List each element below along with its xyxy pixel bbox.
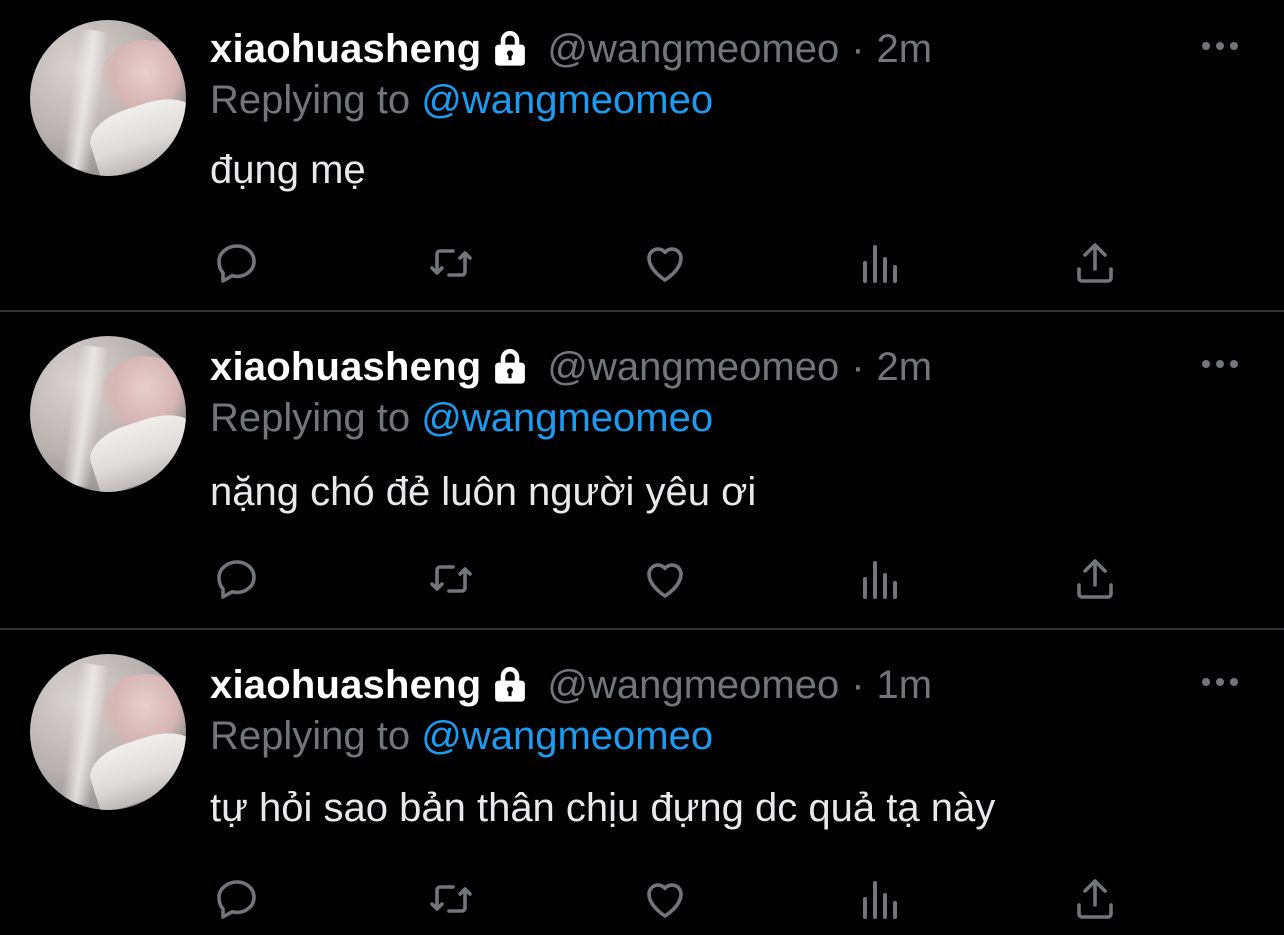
analytics-button[interactable]	[856, 874, 906, 924]
retweet-button[interactable]	[426, 554, 476, 604]
display-name[interactable]: xiaohuasheng	[210, 663, 481, 708]
avatar[interactable]	[30, 20, 186, 176]
timestamp[interactable]: 2m	[877, 345, 933, 390]
retweet-button[interactable]	[426, 238, 476, 288]
replying-to: Replying to @wangmeomeo	[210, 78, 713, 123]
tweet[interactable]: xiaohuasheng @wangmeomeo · 2m Replying t…	[0, 0, 1284, 312]
action-bar	[210, 238, 1130, 288]
analytics-button[interactable]	[856, 238, 906, 288]
retweet-icon	[430, 565, 472, 593]
tweet-text: tự hỏi sao bản thân chịu đựng dc quả tạ …	[210, 786, 996, 830]
share-icon	[1077, 559, 1113, 599]
share-button[interactable]	[1070, 874, 1120, 924]
timestamp[interactable]: 2m	[877, 27, 933, 72]
reply-button[interactable]	[212, 874, 262, 924]
more-icon[interactable]	[1200, 676, 1240, 688]
user-handle[interactable]: @wangmeomeo	[547, 345, 839, 390]
lock-icon	[489, 664, 531, 706]
user-handle[interactable]: @wangmeomeo	[547, 663, 839, 708]
lock-icon	[489, 346, 531, 388]
share-icon	[1077, 879, 1113, 919]
timestamp[interactable]: 1m	[877, 663, 933, 708]
display-name[interactable]: xiaohuasheng	[210, 345, 481, 390]
retweet-icon	[430, 885, 472, 913]
analytics-icon	[863, 881, 897, 919]
replying-to-label: Replying to	[210, 396, 411, 440]
like-button[interactable]	[640, 554, 690, 604]
replying-to: Replying to @wangmeomeo	[210, 714, 713, 759]
replying-to-label: Replying to	[210, 78, 411, 122]
reply-icon	[217, 560, 256, 599]
tweet[interactable]: xiaohuasheng @wangmeomeo · 1m Replying t…	[0, 630, 1284, 935]
more-icon[interactable]	[1200, 40, 1240, 52]
analytics-icon	[863, 245, 897, 283]
reply-handle-link[interactable]: @wangmeomeo	[421, 78, 713, 122]
reply-icon	[217, 244, 256, 283]
like-button[interactable]	[640, 874, 690, 924]
avatar[interactable]	[30, 654, 186, 810]
action-bar	[210, 554, 1130, 604]
heart-icon	[647, 883, 683, 918]
retweet-icon	[430, 249, 472, 277]
heart-icon	[647, 563, 683, 598]
retweet-button[interactable]	[426, 874, 476, 924]
share-button[interactable]	[1070, 554, 1120, 604]
reply-handle-link[interactable]: @wangmeomeo	[421, 396, 713, 440]
separator-dot: ·	[851, 662, 865, 707]
user-handle[interactable]: @wangmeomeo	[547, 27, 839, 72]
more-icon[interactable]	[1200, 358, 1240, 370]
replying-to: Replying to @wangmeomeo	[210, 396, 713, 441]
display-name[interactable]: xiaohuasheng	[210, 27, 481, 72]
avatar[interactable]	[30, 336, 186, 492]
analytics-button[interactable]	[856, 554, 906, 604]
reply-button[interactable]	[212, 238, 262, 288]
tweet-text: nặng chó đẻ luôn người yêu ơi	[210, 470, 757, 514]
action-bar	[210, 874, 1130, 924]
separator-dot: ·	[851, 26, 865, 71]
share-button[interactable]	[1070, 238, 1120, 288]
tweet-text: đụng mẹ	[210, 148, 366, 192]
separator-dot: ·	[851, 344, 865, 389]
reply-icon	[217, 880, 256, 919]
heart-icon	[647, 247, 683, 282]
reply-handle-link[interactable]: @wangmeomeo	[421, 714, 713, 758]
tweet[interactable]: xiaohuasheng @wangmeomeo · 2m Replying t…	[0, 312, 1284, 630]
analytics-icon	[863, 561, 897, 599]
share-icon	[1077, 243, 1113, 283]
lock-icon	[489, 28, 531, 70]
replying-to-label: Replying to	[210, 714, 411, 758]
reply-button[interactable]	[212, 554, 262, 604]
like-button[interactable]	[640, 238, 690, 288]
